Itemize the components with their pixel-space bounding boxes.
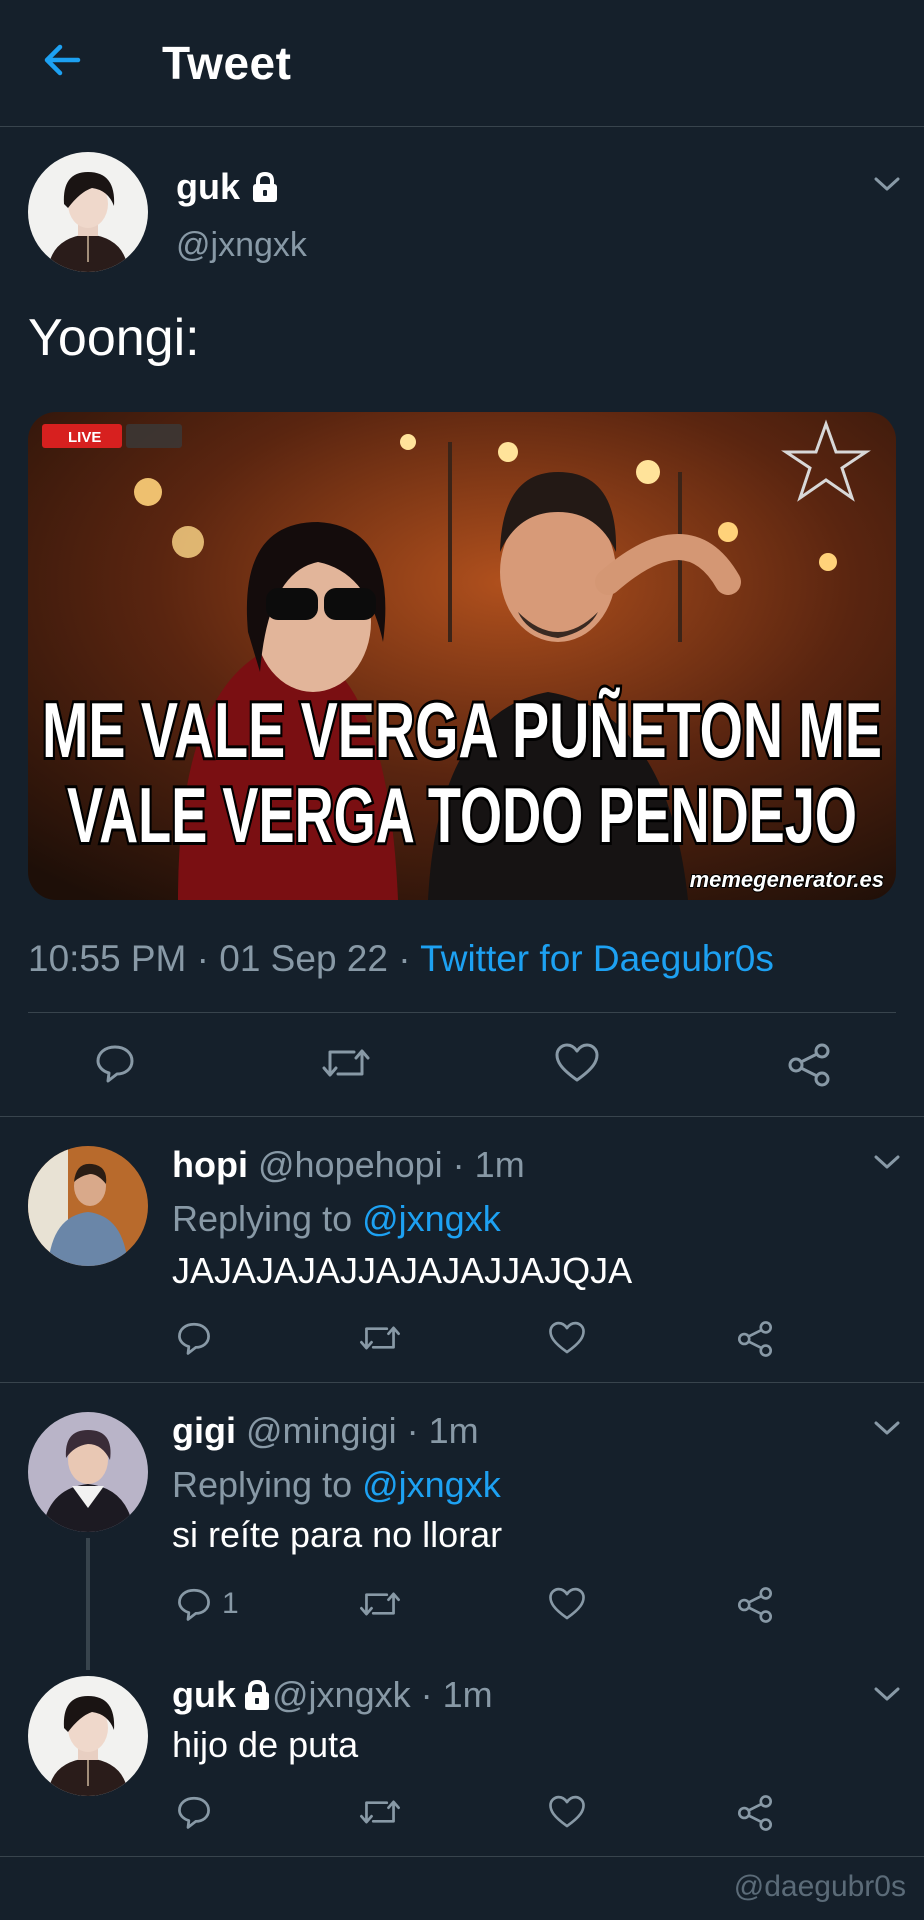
watermark: @daegubr0s xyxy=(733,1870,906,1903)
reply-menu-button[interactable] xyxy=(872,1418,902,1438)
reply-avatar-guk[interactable] xyxy=(28,1676,148,1796)
reply-text: JAJAJAJAJJAJAJAJJAJQJA xyxy=(172,1250,633,1291)
retweet-icon xyxy=(360,1326,400,1350)
tweet-media[interactable]: LIVE ME VALE VERGA PUÑETON ME VALE VERGA… xyxy=(28,412,896,900)
share-icon xyxy=(737,1795,773,1831)
reply-button[interactable] xyxy=(176,1794,212,1830)
share-button[interactable] xyxy=(786,1042,832,1088)
reply-menu-button[interactable] xyxy=(872,1684,902,1704)
reply-button[interactable] xyxy=(176,1320,212,1356)
reply-text: hijo de puta xyxy=(172,1724,359,1765)
replying-to-link[interactable]: @jxngxk xyxy=(362,1198,501,1239)
reply-author-handle[interactable]: @mingigi · 1m xyxy=(236,1410,479,1451)
retweet-button[interactable] xyxy=(358,1320,402,1356)
like-button[interactable] xyxy=(548,1320,586,1356)
replying-to-label: Replying to xyxy=(172,1198,363,1239)
lock-icon xyxy=(253,171,278,202)
reply-icon xyxy=(96,1045,134,1083)
reply-header-hopi: hopi @hopehopi · 1m xyxy=(172,1144,525,1186)
share-icon xyxy=(737,1321,773,1357)
reply-author-name[interactable]: guk xyxy=(172,1674,236,1716)
share-button[interactable] xyxy=(736,1320,774,1358)
chevron-down-icon xyxy=(874,1421,900,1435)
reply-author-handle[interactable]: @hopehopi · 1m xyxy=(248,1144,525,1185)
chevron-down-icon xyxy=(874,177,900,191)
tweet-menu-button[interactable] xyxy=(872,174,902,194)
live-badge: LIVE xyxy=(68,429,101,446)
retweet-icon xyxy=(360,1800,400,1824)
lock-icon xyxy=(245,1679,270,1710)
reply-header-guk: guk @jxngxk · 1m xyxy=(172,1674,493,1716)
chevron-down-icon xyxy=(874,1155,900,1169)
reply-text: si reíte para no llorar xyxy=(172,1514,503,1555)
page-title: Tweet xyxy=(162,37,292,89)
header-divider xyxy=(0,126,924,127)
reply-button[interactable]: 1 xyxy=(176,1586,239,1622)
heart-icon xyxy=(549,1587,585,1620)
main-author-name-row: guk xyxy=(176,166,280,208)
reply-author-handle[interactable]: @jxngxk · 1m xyxy=(272,1674,493,1716)
main-author-handle[interactable]: @jxngxk xyxy=(176,226,307,265)
reply-divider xyxy=(0,1382,924,1383)
thread-connector xyxy=(86,1538,90,1670)
like-button[interactable] xyxy=(548,1586,586,1622)
reply-header-gigi: gigi @mingigi · 1m xyxy=(172,1410,479,1452)
retweet-button[interactable] xyxy=(358,1794,402,1830)
tweet-page: Tweet guk @jxngxk Yoongi: LIVE ME VALE V… xyxy=(0,0,924,1920)
tweet-client-link[interactable]: Twitter for Daegubr0s xyxy=(420,938,774,979)
bottom-divider xyxy=(0,1856,924,1857)
share-icon xyxy=(737,1587,773,1623)
main-author-name[interactable]: guk xyxy=(176,166,240,208)
meta-divider xyxy=(28,1012,896,1013)
retweet-button[interactable] xyxy=(320,1042,372,1084)
tweet-meta: 10:55 PM · 01 Sep 22 · Twitter for Daegu… xyxy=(28,938,774,980)
reply-author-name[interactable]: hopi xyxy=(172,1144,248,1185)
replying-to-link[interactable]: @jxngxk xyxy=(362,1464,501,1505)
top-bar: Tweet xyxy=(0,0,924,126)
reply-count: 1 xyxy=(222,1587,239,1620)
reply-button[interactable] xyxy=(94,1042,136,1084)
reply-avatar-hopi[interactable] xyxy=(28,1146,148,1266)
meme-source: memegenerator.es xyxy=(690,867,884,892)
replying-to-line: Replying to @jxngxk xyxy=(172,1464,501,1506)
reply-icon xyxy=(178,1796,210,1829)
replying-to-line: Replying to @jxngxk xyxy=(172,1198,501,1240)
replying-to-label: Replying to xyxy=(172,1464,363,1505)
tweet-time: 10:55 PM · 01 Sep 22 · xyxy=(28,938,421,979)
reply-author-name[interactable]: gigi xyxy=(172,1410,236,1451)
chevron-down-icon xyxy=(874,1687,900,1701)
back-button[interactable] xyxy=(40,38,84,82)
meme-caption-line1: ME VALE VERGA PUÑETON ME xyxy=(42,686,882,774)
like-button[interactable] xyxy=(548,1794,586,1830)
heart-icon xyxy=(555,1043,599,1082)
retweet-icon xyxy=(360,1592,400,1616)
meme-caption-line2: VALE VERGA TODO PENDEJO xyxy=(67,771,857,859)
like-button[interactable] xyxy=(554,1042,600,1084)
main-avatar[interactable] xyxy=(28,152,148,272)
arrow-left-icon xyxy=(44,44,81,76)
reply-icon xyxy=(178,1322,210,1355)
reply-avatar-gigi[interactable] xyxy=(28,1412,148,1532)
actions-divider xyxy=(0,1116,924,1117)
tweet-text: Yoongi: xyxy=(28,309,200,367)
reply-menu-button[interactable] xyxy=(872,1152,902,1172)
share-button[interactable] xyxy=(736,1794,774,1832)
reply-icon xyxy=(178,1588,210,1621)
heart-icon xyxy=(549,1795,585,1828)
retweet-button[interactable] xyxy=(358,1586,402,1622)
heart-icon xyxy=(549,1321,585,1354)
share-button[interactable] xyxy=(736,1586,774,1624)
retweet-icon xyxy=(322,1049,370,1077)
share-icon xyxy=(788,1043,830,1087)
